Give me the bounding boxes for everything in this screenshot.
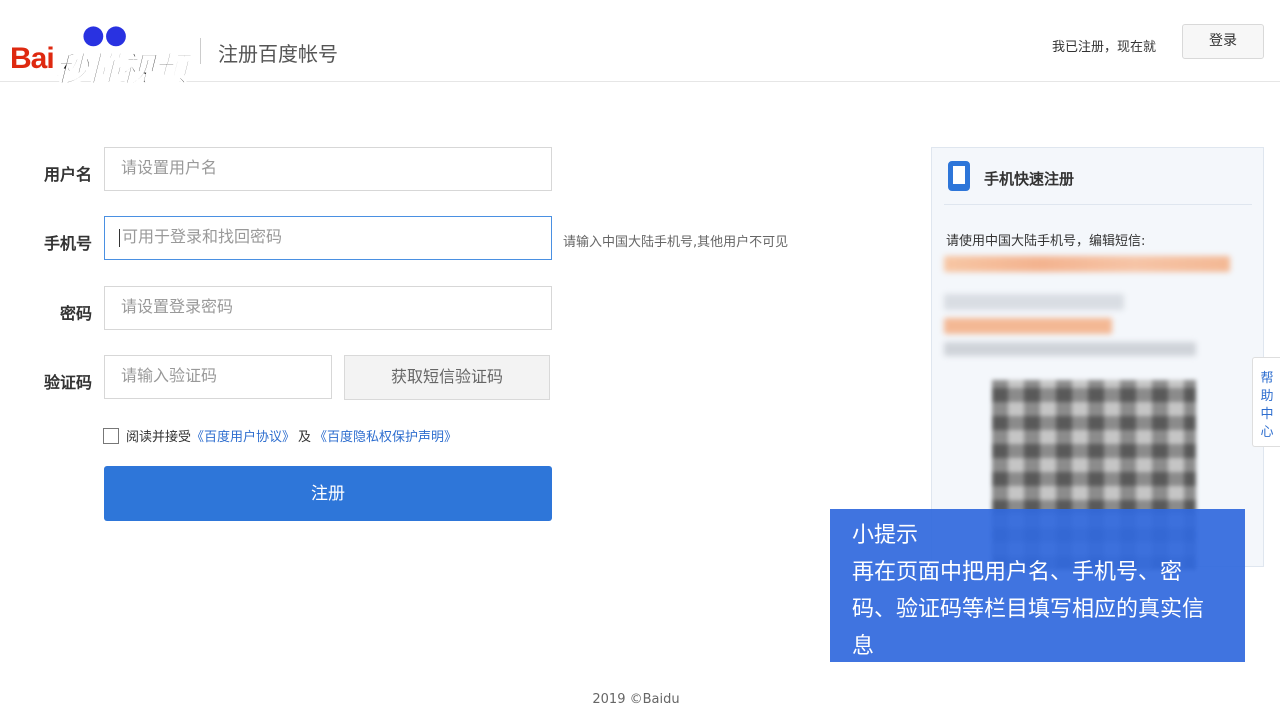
page-header: Bai ●● 秒懂视频 注册百度帐号 我已注册，现在就 登录 <box>0 0 1280 91</box>
panel-divider <box>944 204 1252 205</box>
tip-body: 再在页面中把用户名、手机号、密码、验证码等栏目填写相应的真实信息 <box>852 560 1205 659</box>
footer-copyright: 2019 ©Baidu <box>592 692 680 707</box>
blurred-text-line <box>944 294 1124 310</box>
agree-checkbox[interactable] <box>103 427 119 444</box>
quick-register-panel: 手机快速注册 请使用中国大陆手机号，编辑短信: <box>931 147 1264 570</box>
blurred-text-line <box>944 342 1196 356</box>
tip-overlay: 小提示 再在页面中把用户名、手机号、密码、验证码等栏目填写相应的真实信息 <box>830 509 1245 662</box>
username-input[interactable]: 请设置用户名 <box>104 147 552 191</box>
get-sms-code-button[interactable]: 获取短信验证码 <box>344 355 550 400</box>
agreement-row: 阅读并接受 《百度用户协议》 及 《百度隐私权保护声明》 <box>103 426 457 445</box>
panel-instruction: 请使用中国大陆手机号，编辑短信: <box>946 234 1146 249</box>
captcha-input[interactable]: 请输入验证码 <box>104 355 332 399</box>
phone-label: 手机号 <box>43 234 92 253</box>
password-label: 密码 <box>59 304 92 323</box>
phone-placeholder: 可用于登录和找回密码 <box>122 229 283 246</box>
phone-hint: 请输入中国大陆手机号,其他用户不可见 <box>563 235 789 250</box>
baidu-logo[interactable]: Bai ●● 秒懂视频 <box>10 20 240 91</box>
username-label: 用户名 <box>43 165 92 184</box>
already-registered-text: 我已注册，现在就 <box>1052 40 1157 55</box>
blurred-sms-content <box>944 256 1230 272</box>
text-cursor <box>119 229 120 248</box>
password-input[interactable]: 请设置登录密码 <box>104 286 552 330</box>
user-agreement-link[interactable]: 《百度用户协议》 <box>191 426 295 445</box>
help-center-tab[interactable]: 帮助中心 <box>1252 357 1280 447</box>
register-button[interactable]: 注册 <box>104 466 552 521</box>
agree-and-text: 及 <box>298 430 312 445</box>
page-title: 注册百度帐号 <box>218 42 338 66</box>
tip-title: 小提示 <box>852 523 919 548</box>
agree-text: 阅读并接受 <box>126 430 192 445</box>
phone-input[interactable]: 可用于登录和找回密码 <box>104 216 552 260</box>
captcha-label: 验证码 <box>43 373 92 392</box>
mobile-phone-icon <box>948 161 970 191</box>
video-watermark: 秒懂视频 <box>54 50 188 91</box>
panel-title: 手机快速注册 <box>984 170 1075 188</box>
privacy-statement-link[interactable]: 《百度隐私权保护声明》 <box>314 426 457 445</box>
header-divider <box>200 38 201 64</box>
logo-text: Bai <box>10 42 55 75</box>
blurred-text-line <box>944 318 1112 334</box>
login-button[interactable]: 登录 <box>1182 24 1264 59</box>
